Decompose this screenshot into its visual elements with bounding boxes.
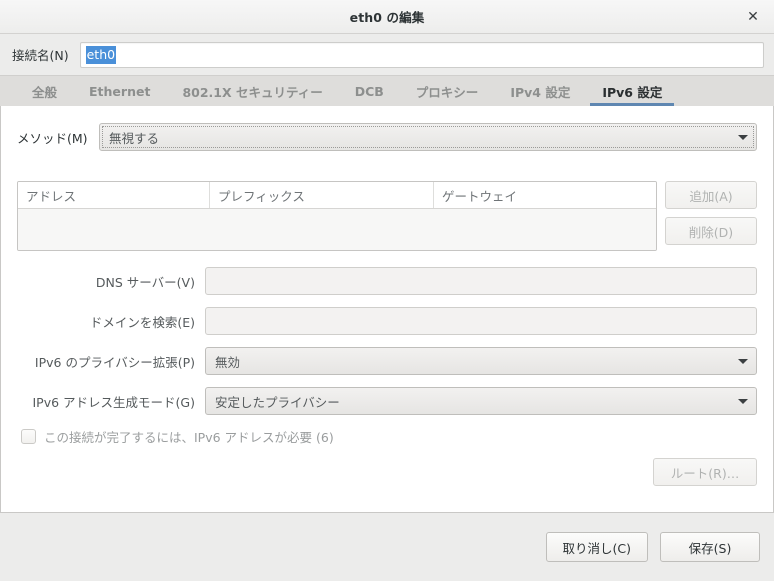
privacy-extensions-value: 無効 [215, 354, 241, 370]
close-icon[interactable]: ✕ [740, 5, 766, 29]
column-header-gateway: ゲートウェイ [442, 188, 518, 204]
require-ipv6-checkbox[interactable] [21, 429, 36, 444]
search-domains-label: ドメインを検索(E) [89, 314, 195, 330]
tab-dcb[interactable]: DCB [339, 76, 400, 106]
method-row: メソッド(M) 無視する [17, 123, 757, 151]
method-value: 無視する [109, 130, 160, 146]
search-domains-input[interactable] [205, 307, 757, 335]
address-table-buttons: 追加(A) 削除(D) [665, 181, 757, 245]
privacy-extensions-label: IPv6 のプライバシー拡張(P) [34, 354, 195, 370]
routes-button[interactable]: ルート(R)… [653, 458, 757, 486]
address-table-header: アドレス プレフィックス ゲートウェイ [18, 182, 656, 209]
cancel-button[interactable]: 取り消し(C) [545, 532, 648, 562]
addr-gen-mode-label: IPv6 アドレス生成モード(G) [32, 394, 196, 410]
tab-strip: 全般 Ethernet 802.1X セキュリティー DCB プロキシー IPv… [0, 75, 774, 106]
connection-name-label: 接続名(N) [12, 48, 69, 63]
dialog-footer: 取り消し(C) 保存(S) [0, 513, 774, 581]
tab-ipv4-settings[interactable]: IPv4 設定 [494, 76, 586, 106]
address-table[interactable]: アドレス プレフィックス ゲートウェイ [17, 181, 657, 251]
window-title: eth0 の編集 [349, 10, 425, 25]
ipv6-settings-panel: メソッド(M) 無視する アドレス プレフィックス ゲートウェイ 追加(A) 削… [0, 106, 774, 513]
column-header-address: アドレス [18, 182, 210, 208]
method-dropdown[interactable]: 無視する [99, 123, 757, 151]
chevron-down-icon [738, 134, 748, 140]
dns-servers-label: DNS サーバー(V) [95, 274, 195, 290]
titlebar: eth0 の編集 ✕ [0, 0, 774, 34]
addr-gen-mode-row: IPv6 アドレス生成モード(G) 安定したプライバシー [17, 387, 757, 415]
privacy-extensions-dropdown[interactable]: 無効 [205, 347, 757, 375]
method-label: メソッド(M) [17, 130, 88, 146]
connection-name-input[interactable]: eth0 [79, 41, 764, 68]
add-address-button[interactable]: 追加(A) [665, 181, 757, 209]
column-header-prefix: プレフィックス [210, 182, 434, 208]
addr-gen-mode-dropdown[interactable]: 安定したプライバシー [205, 387, 757, 415]
delete-address-button[interactable]: 削除(D) [665, 217, 757, 245]
tab-ethernet[interactable]: Ethernet [73, 76, 166, 106]
address-table-body[interactable] [18, 209, 656, 250]
save-button[interactable]: 保存(S) [660, 532, 760, 562]
tab-8021x-security[interactable]: 802.1X セキュリティー [166, 76, 338, 106]
privacy-extensions-row: IPv6 のプライバシー拡張(P) 無効 [17, 347, 757, 375]
routes-row: ルート(R)… [17, 458, 757, 486]
tab-proxy[interactable]: プロキシー [400, 76, 495, 106]
address-table-area: アドレス プレフィックス ゲートウェイ 追加(A) 削除(D) [17, 181, 757, 251]
chevron-down-icon [738, 358, 748, 364]
search-domains-row: ドメインを検索(E) [17, 307, 757, 335]
edit-connection-dialog: eth0 の編集 ✕ 接続名(N) eth0 全般 Ethernet 802.1… [0, 0, 774, 581]
tab-general[interactable]: 全般 [16, 76, 73, 106]
chevron-down-icon [738, 398, 748, 404]
connection-name-row: 接続名(N) eth0 [0, 34, 774, 75]
dns-servers-row: DNS サーバー(V) [17, 267, 757, 295]
addr-gen-mode-value: 安定したプライバシー [215, 394, 340, 410]
dns-servers-input[interactable] [205, 267, 757, 295]
require-ipv6-row: この接続が完了するには、IPv6 アドレスが必要 (6) [21, 427, 757, 446]
connection-name-value: eth0 [85, 45, 117, 64]
ipv6-form-rows: DNS サーバー(V) ドメインを検索(E) IPv6 のプライバシー拡張(P)… [17, 267, 757, 415]
tab-ipv6-settings[interactable]: IPv6 設定 [586, 76, 678, 106]
require-ipv6-label: この接続が完了するには、IPv6 アドレスが必要 (6) [44, 430, 334, 445]
